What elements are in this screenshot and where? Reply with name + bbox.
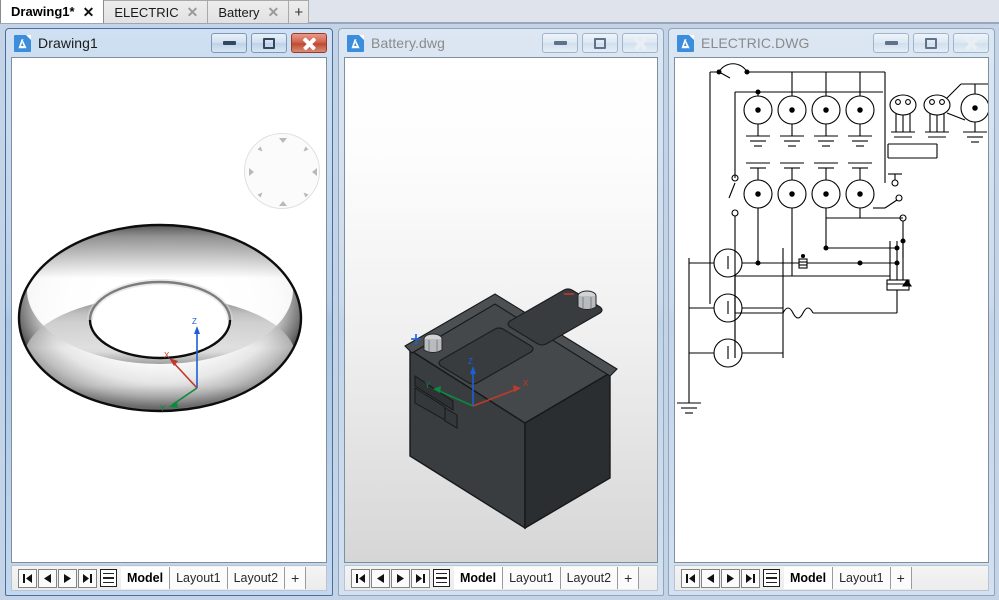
svg-text:Z: Z xyxy=(468,357,473,366)
meter-group-left xyxy=(689,248,783,368)
electrical-schematic[interactable] xyxy=(675,58,988,562)
close-icon[interactable]: ✕ xyxy=(267,5,281,19)
window-title: Drawing1 xyxy=(38,35,98,51)
mdi-client-area: Drawing1 Z X Y Model Layout1 Layout2 + B… xyxy=(0,24,999,600)
close-button[interactable] xyxy=(953,33,989,53)
close-icon[interactable]: ✕ xyxy=(186,5,200,19)
layout-list-icon[interactable] xyxy=(100,569,117,587)
svg-text:Y: Y xyxy=(160,404,166,413)
first-layout-button[interactable] xyxy=(681,568,700,588)
add-layout-button[interactable]: + xyxy=(617,567,640,589)
add-layout-button[interactable]: + xyxy=(889,567,912,589)
window-controls xyxy=(542,33,658,53)
svg-text:Z: Z xyxy=(192,317,197,326)
minimize-button[interactable] xyxy=(873,33,909,53)
autocad-document-icon xyxy=(14,34,31,52)
previous-layout-button[interactable] xyxy=(371,568,390,588)
next-layout-button[interactable] xyxy=(391,568,410,588)
close-icon[interactable]: ✕ xyxy=(82,5,96,19)
previous-layout-button[interactable] xyxy=(38,568,57,588)
layout-tab-model[interactable]: Model xyxy=(784,567,834,589)
add-layout-button[interactable]: + xyxy=(284,567,307,589)
autocad-document-icon xyxy=(347,34,364,52)
minimize-button[interactable] xyxy=(211,33,247,53)
layout-list-icon[interactable] xyxy=(763,569,780,587)
child-window-electric[interactable]: ELECTRIC.DWG Model Layout1 + xyxy=(668,28,995,596)
component-row-lower xyxy=(743,162,875,238)
svg-text:Y: Y xyxy=(425,381,431,390)
battery-3d-model[interactable]: Z X Y xyxy=(345,58,657,562)
document-tab-label: Drawing1* xyxy=(11,4,75,19)
svg-text:X: X xyxy=(523,379,529,388)
close-button[interactable] xyxy=(622,33,658,53)
layout-status-bar: Model Layout1 Layout2 + xyxy=(11,565,327,591)
window-controls xyxy=(873,33,989,53)
svg-text:X: X xyxy=(164,351,170,360)
maximize-button[interactable] xyxy=(251,33,287,53)
window-title: Battery.dwg xyxy=(371,35,445,51)
first-layout-button[interactable] xyxy=(351,568,370,588)
child-window-drawing1[interactable]: Drawing1 Z X Y Model Layout1 Layout2 + xyxy=(5,28,333,596)
document-tab-electric[interactable]: ELECTRIC ✕ xyxy=(104,0,209,23)
tab-bar-filler xyxy=(309,0,999,23)
last-layout-button[interactable] xyxy=(741,568,760,588)
autocad-document-icon xyxy=(677,34,694,52)
close-button[interactable] xyxy=(291,33,327,53)
cad-application-window: Drawing1* ✕ ELECTRIC ✕ Battery ✕ + Drawi… xyxy=(0,0,999,600)
minimize-button[interactable] xyxy=(542,33,578,53)
new-document-tab-button[interactable]: + xyxy=(289,0,310,23)
torus-3d-model[interactable]: Z X Y xyxy=(12,58,326,562)
next-layout-button[interactable] xyxy=(721,568,740,588)
window-controls xyxy=(211,33,327,53)
document-tab-bar: Drawing1* ✕ ELECTRIC ✕ Battery ✕ + xyxy=(0,0,999,24)
first-layout-button[interactable] xyxy=(18,568,37,588)
window-title-bar[interactable]: Drawing1 xyxy=(6,29,332,57)
document-tab-label: Battery xyxy=(218,4,260,20)
layout-status-bar: Model Layout1 + xyxy=(674,565,989,591)
document-tab-label: ELECTRIC xyxy=(114,4,179,20)
window-title-bar[interactable]: Battery.dwg xyxy=(339,29,663,57)
drawing-canvas-container[interactable] xyxy=(674,57,989,563)
layout-status-bar: Model Layout1 Layout2 + xyxy=(344,565,658,591)
layout-tab-layout2[interactable]: Layout2 xyxy=(559,567,619,589)
layout-tab-layout1[interactable]: Layout1 xyxy=(832,567,891,589)
last-layout-button[interactable] xyxy=(411,568,430,588)
layout-tab-layout1[interactable]: Layout1 xyxy=(169,567,228,589)
layout-tab-layout2[interactable]: Layout2 xyxy=(226,567,286,589)
window-title-bar[interactable]: ELECTRIC.DWG xyxy=(669,29,994,57)
drawing-canvas-battery[interactable]: Z X Y xyxy=(345,58,657,562)
last-layout-button[interactable] xyxy=(78,568,97,588)
ground-symbol-left xyxy=(677,388,701,414)
layout-tab-model[interactable]: Model xyxy=(121,567,171,589)
maximize-button[interactable] xyxy=(913,33,949,53)
child-window-battery[interactable]: Battery.dwg Z X Y Model Layout1 Layout2 … xyxy=(338,28,664,596)
drawing-canvas-container[interactable]: Z X Y xyxy=(11,57,327,563)
layout-list-icon[interactable] xyxy=(433,569,450,587)
window-title: ELECTRIC.DWG xyxy=(701,35,810,51)
component-row-upper xyxy=(743,72,875,147)
document-tab-battery[interactable]: Battery ✕ xyxy=(208,0,290,23)
document-tab-drawing1[interactable]: Drawing1* ✕ xyxy=(0,0,105,23)
transformer-group xyxy=(887,94,951,159)
component-right xyxy=(946,83,988,143)
drawing-canvas-torus[interactable]: Z X Y xyxy=(12,58,326,562)
layout-tab-model[interactable]: Model xyxy=(454,567,504,589)
drawing-canvas-container[interactable]: Z X Y xyxy=(344,57,658,563)
layout-tab-layout1[interactable]: Layout1 xyxy=(502,567,561,589)
maximize-button[interactable] xyxy=(582,33,618,53)
next-layout-button[interactable] xyxy=(58,568,77,588)
drawing-canvas-electric[interactable] xyxy=(675,58,988,562)
previous-layout-button[interactable] xyxy=(701,568,720,588)
